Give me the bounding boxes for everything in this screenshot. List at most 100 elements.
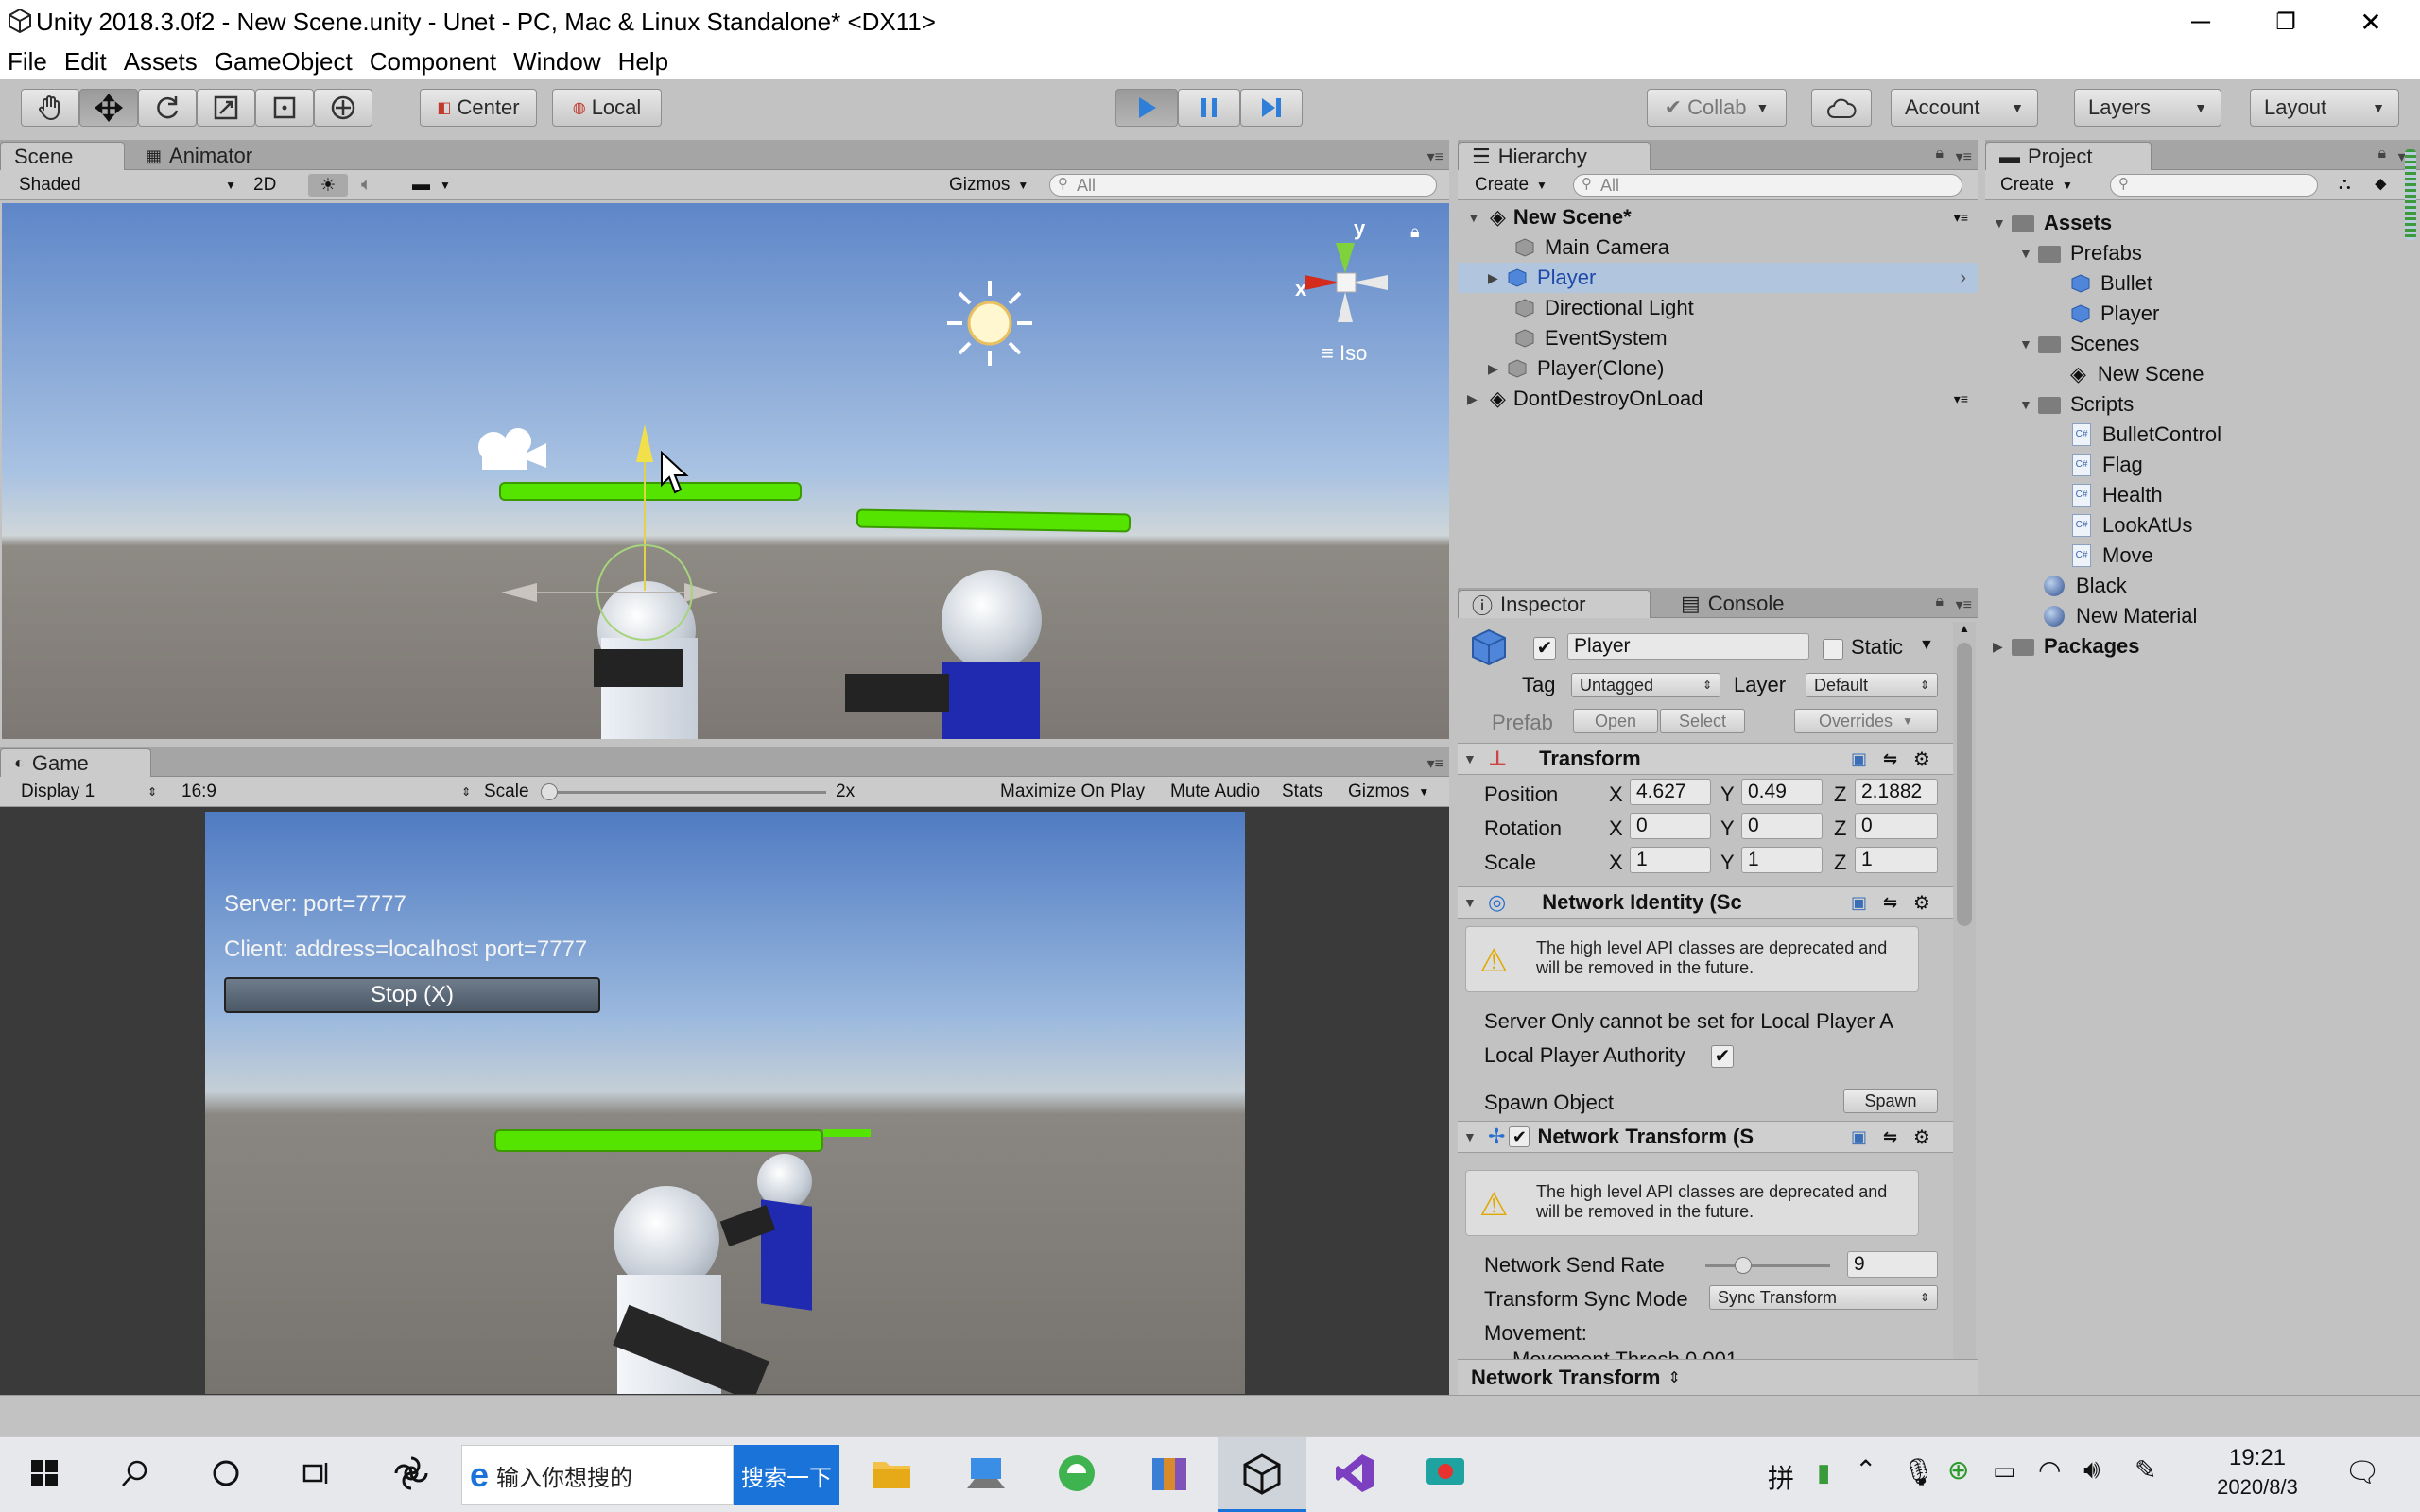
- search-button[interactable]: [108, 1449, 163, 1503]
- archive-app-button[interactable]: [1142, 1449, 1197, 1503]
- project-script-bulletcontrol[interactable]: C# BulletControl: [2072, 420, 2221, 450]
- menu-help[interactable]: Help: [610, 47, 677, 77]
- rotation-x-field[interactable]: 0: [1630, 813, 1711, 839]
- network-transform-header[interactable]: ▼ ✢ ✔ Network Transform (S ▣ ⇋ ⚙: [1458, 1121, 1953, 1153]
- row-menu-icon[interactable]: ▾≡: [1954, 210, 1968, 226]
- project-search-input[interactable]: ⚲: [2110, 174, 2318, 197]
- prefab-open-button[interactable]: Open: [1573, 709, 1658, 733]
- notification-center-icon[interactable]: 🗨︎: [2344, 1456, 2380, 1489]
- pause-button[interactable]: [1178, 89, 1240, 127]
- clock[interactable]: 19:21 2020/8/3: [2191, 1443, 2324, 1507]
- layout-dropdown[interactable]: Layout ▼: [2250, 89, 2399, 127]
- draw-mode-dropdown[interactable]: Shaded ▼: [19, 174, 236, 197]
- pivot-space-toggle[interactable]: ◍ Local: [552, 89, 662, 127]
- project-script-lookatus[interactable]: C# LookAtUs: [2072, 510, 2192, 541]
- panel-menu-icon[interactable]: ▾≡: [1956, 147, 1972, 166]
- stats-toggle[interactable]: Stats: [1282, 781, 1322, 803]
- scale-slider-track[interactable]: [543, 791, 826, 794]
- menu-component[interactable]: Component: [361, 47, 505, 77]
- volume-icon[interactable]: 🔊︎: [2083, 1454, 2100, 1486]
- object-name-input[interactable]: Player: [1567, 633, 1809, 660]
- hand-tool-button[interactable]: [21, 89, 79, 127]
- move-tool-button[interactable]: [79, 89, 138, 127]
- project-material-black[interactable]: Black: [2044, 571, 2127, 601]
- spawn-button[interactable]: Spawn: [1843, 1089, 1938, 1113]
- sync-mode-dropdown[interactable]: Sync Transform ⇕: [1709, 1285, 1938, 1310]
- hierarchy-item-player[interactable]: ▶ Player ›: [1458, 263, 1978, 293]
- mute-audio-toggle[interactable]: Mute Audio: [1170, 781, 1260, 803]
- rotation-z-field[interactable]: 0: [1855, 813, 1938, 839]
- gear-icon[interactable]: ⚙: [1913, 747, 1930, 771]
- gear-icon[interactable]: ⚙: [1913, 1125, 1930, 1149]
- microphone-icon[interactable]: 🎙︎: [1902, 1456, 1936, 1487]
- project-folder-scenes[interactable]: ▼ Scenes: [2019, 329, 2139, 359]
- scale-x-field[interactable]: 1: [1630, 847, 1711, 873]
- directional-light-gizmo[interactable]: [938, 271, 1042, 375]
- tab-game[interactable]: ◐ Game: [0, 748, 151, 777]
- inspector-scroll-thumb[interactable]: [1957, 643, 1972, 926]
- project-folder-prefabs[interactable]: ▼ Prefabs: [2019, 238, 2142, 268]
- inspector-scrollbar[interactable]: ▲ ▼: [1953, 622, 1976, 1387]
- shield-plus-icon[interactable]: ⊕: [1947, 1454, 1969, 1486]
- prefab-select-button[interactable]: Select: [1660, 709, 1745, 733]
- scale-tool-button[interactable]: [197, 89, 255, 127]
- play-button[interactable]: [1115, 89, 1178, 127]
- maximize-button[interactable]: ❐: [2242, 0, 2329, 43]
- lock-icon[interactable]: 🔒︎: [1935, 593, 1944, 610]
- battery-icon[interactable]: ▭: [1993, 1456, 2016, 1486]
- hierarchy-item-eventsystem[interactable]: EventSystem: [1514, 323, 1668, 353]
- preset-icon[interactable]: ⇋: [1883, 893, 1897, 913]
- help-book-icon[interactable]: ▣: [1851, 749, 1867, 769]
- rect-tool-button[interactable]: [255, 89, 314, 127]
- project-script-health[interactable]: C# Health: [2072, 480, 2163, 510]
- lighting-toggle[interactable]: ☀: [308, 174, 348, 197]
- project-folder-assets[interactable]: ▼ Assets: [1993, 208, 2112, 238]
- hierarchy-search-input[interactable]: ⚲ All: [1573, 174, 1962, 197]
- project-folder-packages[interactable]: ▶ Packages: [1993, 631, 2140, 662]
- scroll-up-icon[interactable]: ▲: [1959, 622, 1970, 635]
- app-swirl-button[interactable]: [384, 1449, 439, 1503]
- file-explorer-button[interactable]: [864, 1449, 919, 1503]
- menu-gameobject[interactable]: GameObject: [206, 47, 361, 77]
- transform-header[interactable]: ▼ ⊥ Transform ▣ ⇋ ⚙: [1458, 743, 1953, 775]
- tab-inspector[interactable]: ⓘ Inspector: [1458, 590, 1651, 618]
- unity-taskbar-button[interactable]: [1218, 1437, 1306, 1512]
- tab-animator[interactable]: ▦ Animator: [132, 142, 266, 170]
- static-checkbox[interactable]: [1823, 639, 1843, 660]
- local-player-authority-checkbox[interactable]: ✔: [1711, 1045, 1734, 1068]
- pen-icon[interactable]: ✎: [2135, 1454, 2156, 1486]
- transform-tool-button[interactable]: [314, 89, 372, 127]
- screen-recorder-button[interactable]: [1418, 1449, 1473, 1503]
- pivot-center-toggle[interactable]: ◧ Center: [420, 89, 537, 127]
- hierarchy-item-directional-light[interactable]: Directional Light: [1514, 293, 1694, 323]
- wifi-icon[interactable]: ◠: [2038, 1454, 2061, 1486]
- tab-hierarchy[interactable]: ☰ Hierarchy: [1458, 142, 1651, 170]
- position-x-field[interactable]: 4.627: [1630, 779, 1711, 805]
- audio-toggle[interactable]: 🔈︎: [361, 174, 372, 197]
- stop-button[interactable]: Stop (X): [224, 977, 600, 1013]
- prefab-overrides-dropdown[interactable]: Overrides ▼: [1794, 709, 1938, 733]
- network-identity-header[interactable]: ▼ ◎ Network Identity (Sc ▣ ⇋ ⚙: [1458, 886, 1953, 919]
- send-rate-slider-handle[interactable]: [1734, 1257, 1752, 1274]
- preset-icon[interactable]: ⇋: [1883, 749, 1897, 769]
- game-gizmos-dropdown[interactable]: Gizmos ▼: [1348, 781, 1429, 803]
- account-dropdown[interactable]: Account ▼: [1891, 89, 2038, 127]
- lock-icon[interactable]: 🔒︎: [1410, 222, 1420, 242]
- cloud-button[interactable]: [1811, 89, 1872, 127]
- row-menu-icon[interactable]: ▾≡: [1954, 391, 1968, 407]
- gear-icon[interactable]: ⚙: [1913, 891, 1930, 915]
- aspect-dropdown[interactable]: 16:9 ⇕: [182, 781, 471, 803]
- chevron-down-icon[interactable]: ▼: [1919, 637, 1934, 654]
- chevron-up-icon[interactable]: ⌃: [1855, 1454, 1876, 1486]
- position-y-field[interactable]: 0.49: [1741, 779, 1823, 805]
- tab-project[interactable]: ▬ Project: [1985, 142, 2152, 170]
- layers-dropdown[interactable]: Layers ▼: [2074, 89, 2221, 127]
- project-item-new-scene[interactable]: ◈ New Scene: [2070, 359, 2204, 389]
- menu-window[interactable]: Window: [505, 47, 609, 77]
- task-view-button[interactable]: [289, 1449, 344, 1503]
- taskbar-search-input[interactable]: e 输入你想搜的: [461, 1445, 734, 1505]
- this-pc-button[interactable]: [959, 1449, 1013, 1503]
- menu-edit[interactable]: Edit: [56, 47, 115, 77]
- project-script-move[interactable]: C# Move: [2072, 541, 2153, 571]
- scale-y-field[interactable]: 1: [1741, 847, 1823, 873]
